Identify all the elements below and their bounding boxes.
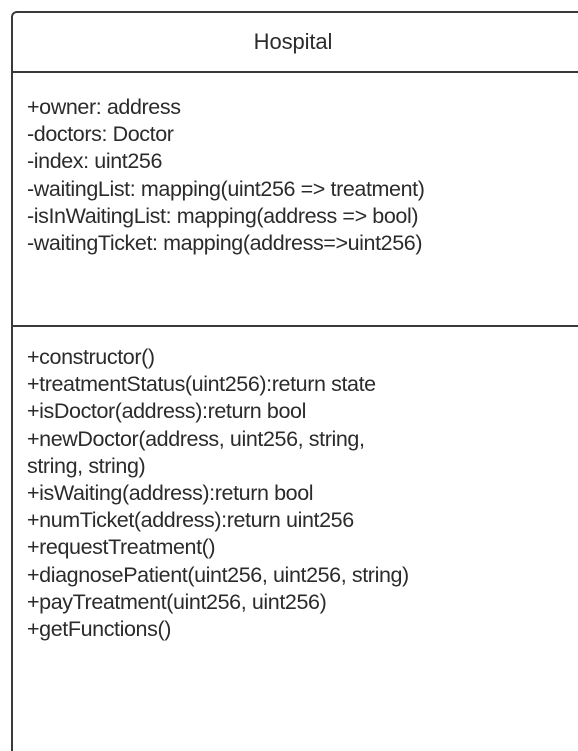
operation-diagnose-patient: +diagnosePatient(uint256, uint256, strin… [27,562,409,587]
uml-class-box: Hospital +owner: address -doctors: Docto… [11,11,578,751]
operation-is-waiting: +isWaiting(address):return bool [27,481,314,506]
operation-pay-treatment: +payTreatment(uint256, uint256) [27,589,327,614]
class-name: Hospital [13,13,578,73]
attributes-compartment: +owner: address -doctors: Doctor -index:… [13,73,578,327]
operation-num-ticket: +numTicket(address):return uint256 [27,508,354,533]
attribute-waiting-ticket: -waitingTicket: mapping(address=>uint256… [27,231,423,256]
operation-treatment-status: +treatmentStatus(uint256):return state [27,372,376,397]
operations-compartment: +constructor() +treatmentStatus(uint256)… [13,327,578,643]
attribute-owner: +owner: address [27,95,181,119]
attribute-is-in-waiting-list: -isInWaitingList: mapping(address => boo… [27,203,419,228]
operation-get-functions: +getFunctions() [27,617,171,642]
operation-constructor: +constructor() [27,345,155,369]
attribute-waiting-list: -waitingList: mapping(uint256 => treatme… [27,176,425,201]
operation-request-treatment: +requestTreatment() [27,535,216,560]
attribute-index: -index: uint256 [27,149,163,174]
operation-is-doctor: +isDoctor(address):return bool [27,399,306,424]
operation-new-doctor-continued: string, string) [27,453,146,478]
attribute-doctors: -doctors: Doctor [27,122,174,147]
operation-new-doctor: +newDoctor(address, uint256, string, [27,426,365,451]
